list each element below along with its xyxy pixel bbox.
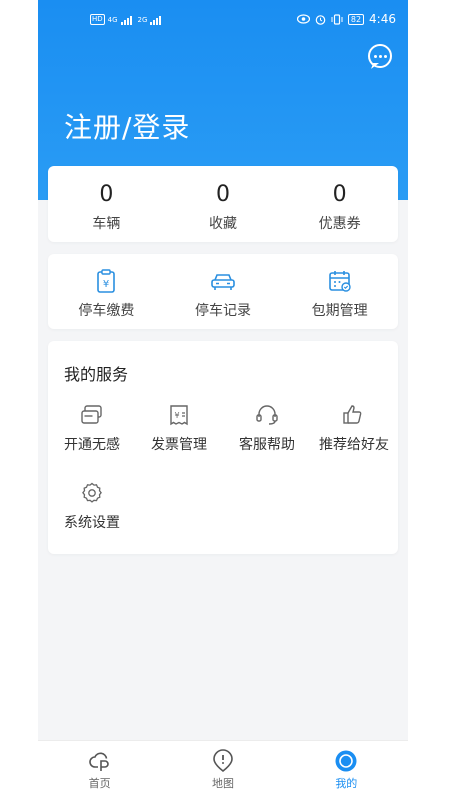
car-icon — [211, 274, 235, 290]
services-title: 我的服务 — [64, 365, 129, 384]
stat-value: 0 — [332, 182, 347, 207]
vibrate-icon — [331, 13, 343, 25]
status-bar: HD 4G 2G 82 4:46 — [38, 0, 408, 40]
tab-label: 我的 — [335, 777, 358, 790]
gear-icon — [82, 482, 102, 503]
card-icon — [81, 405, 102, 424]
my-services-card: 我的服务 开通无感 ¥ 发票管理 客服帮助 推荐给好友 系统设置 — [48, 341, 398, 554]
home-icon — [88, 752, 109, 771]
hd-badge: HD — [90, 14, 105, 25]
stat-label: 车辆 — [92, 216, 121, 232]
signal-icon — [120, 15, 132, 25]
battery-indicator: 82 — [347, 13, 365, 25]
invoice-icon: ¥ — [170, 405, 188, 426]
tab-label: 首页 — [88, 777, 111, 790]
service-seamless-pay[interactable]: 开通无感 — [48, 403, 136, 454]
svg-text:¥: ¥ — [174, 411, 179, 420]
eye-icon — [296, 14, 310, 24]
status-left: HD 4G 2G — [90, 14, 162, 25]
clock: 4:46 — [369, 12, 396, 26]
tab-label: 地图 — [211, 777, 234, 790]
quick-action-label: 停车缴费 — [78, 303, 135, 319]
quick-action-label: 包期管理 — [311, 303, 368, 319]
service-label: 推荐给好友 — [319, 437, 389, 453]
service-invoice[interactable]: ¥ 发票管理 — [135, 403, 223, 454]
tab-home[interactable]: 首页 — [38, 741, 161, 800]
tab-map[interactable]: 地图 — [161, 741, 284, 800]
signal-label-2: 2G — [137, 15, 148, 24]
service-label: 发票管理 — [151, 437, 207, 453]
stat-value: 0 — [99, 182, 114, 207]
stat-label: 收藏 — [209, 216, 237, 232]
stat-value: 0 — [216, 182, 230, 207]
thumbs-up-icon — [343, 405, 362, 424]
stat-vehicles[interactable]: 0 车辆 — [48, 166, 165, 242]
payment-icon: ¥ — [97, 269, 116, 293]
chat-bubble-icon[interactable] — [368, 44, 392, 68]
svg-text:¥: ¥ — [103, 279, 109, 290]
stats-card: 0 车辆 0 收藏 0 优惠券 — [48, 166, 398, 242]
phone-screen: HD 4G 2G 82 4:46 注册/登录 0 车辆 0 收藏 0 优惠券 ¥… — [38, 0, 408, 800]
service-recommend-friend[interactable]: 推荐给好友 — [310, 403, 398, 454]
service-label: 系统设置 — [64, 515, 120, 531]
alarm-icon — [315, 14, 326, 25]
quick-action-label: 停车记录 — [195, 303, 251, 319]
service-label: 开通无感 — [64, 437, 120, 453]
map-pin-icon — [213, 749, 233, 773]
headset-icon — [256, 405, 278, 425]
profile-icon — [335, 750, 357, 772]
bottom-tab-bar: 首页 地图 我的 — [38, 740, 408, 800]
tab-mine[interactable]: 我的 — [285, 741, 408, 800]
service-customer-help[interactable]: 客服帮助 — [223, 403, 311, 454]
login-register-link[interactable]: 注册/登录 — [64, 106, 190, 146]
signal-label-1: 4G — [107, 15, 118, 24]
parking-records-button[interactable]: 停车记录 — [165, 254, 282, 329]
service-system-settings[interactable]: 系统设置 — [48, 481, 136, 532]
stat-label: 优惠券 — [318, 216, 361, 232]
stat-coupons[interactable]: 0 优惠券 — [281, 166, 398, 242]
parking-payment-button[interactable]: ¥ 停车缴费 — [48, 254, 165, 329]
stat-favorites[interactable]: 0 收藏 — [165, 166, 282, 242]
signal-icon-2 — [150, 15, 162, 25]
calendar-icon — [328, 271, 351, 292]
subscription-management-button[interactable]: 包期管理 — [281, 254, 398, 329]
quick-actions-card: ¥ 停车缴费 停车记录 包期管理 — [48, 254, 398, 329]
status-right: 82 4:46 — [296, 12, 396, 26]
service-label: 客服帮助 — [239, 437, 295, 453]
